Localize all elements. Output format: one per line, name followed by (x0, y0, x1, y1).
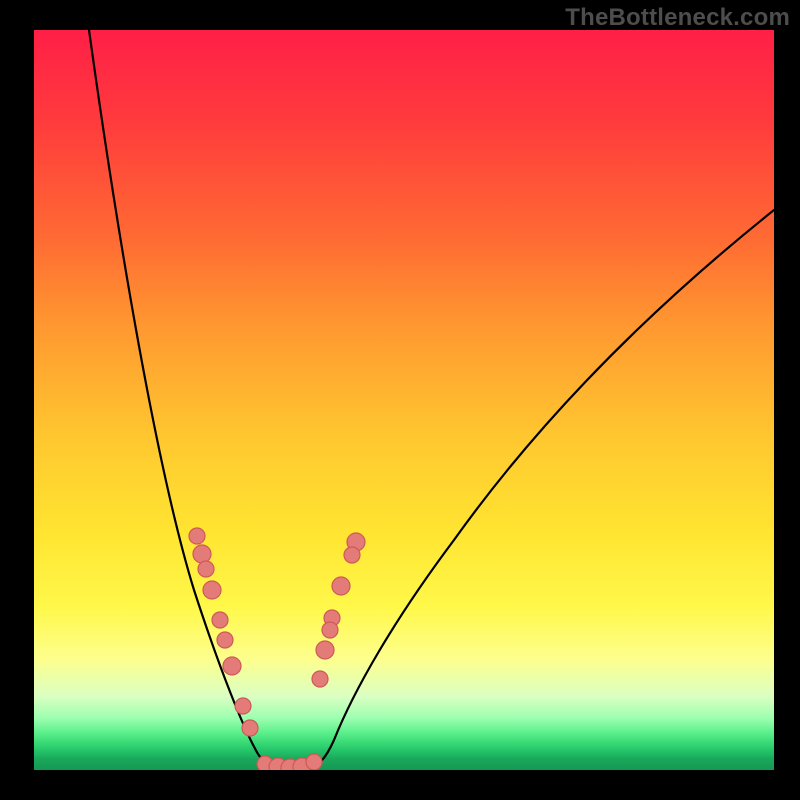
dot-left-4 (212, 612, 228, 628)
dot-right-5 (316, 641, 334, 659)
curve-right (306, 210, 774, 768)
plot-area (34, 30, 774, 770)
curve-left (89, 30, 278, 768)
dot-left-3 (203, 581, 221, 599)
dot-left-2 (198, 561, 214, 577)
watermark-text: TheBottleneck.com (565, 4, 790, 32)
dot-left-5 (217, 632, 233, 648)
dot-right-6 (312, 671, 328, 687)
dot-bottom-4 (306, 754, 322, 770)
dot-left-1 (193, 545, 211, 563)
dot-right-2 (332, 577, 350, 595)
curve-layer (34, 30, 774, 770)
dot-group (189, 528, 365, 770)
dot-left-6 (223, 657, 241, 675)
dot-left-0 (189, 528, 205, 544)
dot-left-8 (242, 720, 258, 736)
chart-frame: TheBottleneck.com (0, 0, 800, 800)
dot-left-7 (235, 698, 251, 714)
dot-right-4 (322, 622, 338, 638)
dot-right-1 (344, 547, 360, 563)
